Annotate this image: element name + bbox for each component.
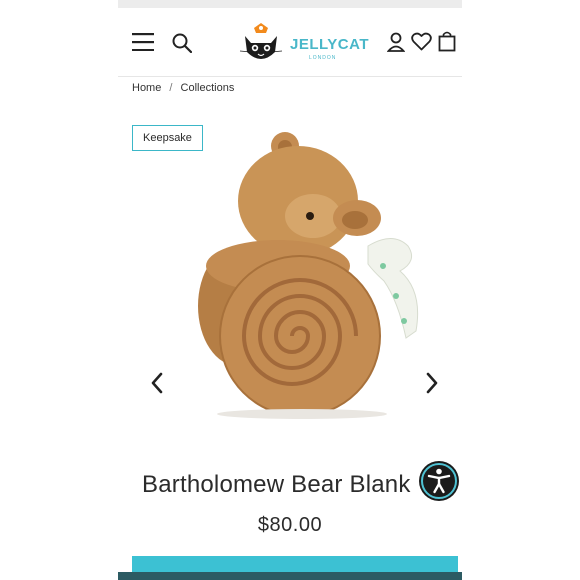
- logo-wordmark: JELLYCAT: [290, 36, 370, 53]
- cat-logo-icon: [239, 23, 283, 59]
- heart-icon[interactable]: [411, 32, 432, 51]
- chevron-right-icon[interactable]: [425, 372, 439, 394]
- bag-icon[interactable]: [438, 31, 456, 52]
- account-icon[interactable]: [387, 32, 405, 52]
- chevron-left-icon[interactable]: [150, 372, 164, 394]
- accessibility-icon[interactable]: [418, 460, 460, 502]
- jellycat-logo[interactable]: JELLYCAT LONDON: [238, 22, 369, 66]
- search-icon[interactable]: [172, 33, 192, 53]
- logo-subtext: LONDON: [309, 55, 337, 61]
- keepsake-badge: Keepsake: [132, 125, 203, 151]
- product-image: [198, 132, 419, 419]
- site-header: JELLYCAT LONDON: [118, 8, 462, 77]
- product-title: Bartholomew Bear Blank: [142, 471, 411, 498]
- breadcrumb-current[interactable]: Collections: [181, 82, 235, 94]
- top-edge-strip: [118, 0, 462, 8]
- breadcrumb-home[interactable]: Home: [132, 82, 161, 94]
- mobile-page: JELLYCAT LONDON Home / Collections Keeps…: [118, 8, 462, 580]
- bottom-edge-strip: [118, 572, 462, 580]
- product-price: $80.00: [257, 514, 323, 536]
- breadcrumb: Home / Collections: [132, 82, 234, 94]
- menu-icon[interactable]: [132, 33, 154, 51]
- breadcrumb-separator: /: [169, 82, 173, 94]
